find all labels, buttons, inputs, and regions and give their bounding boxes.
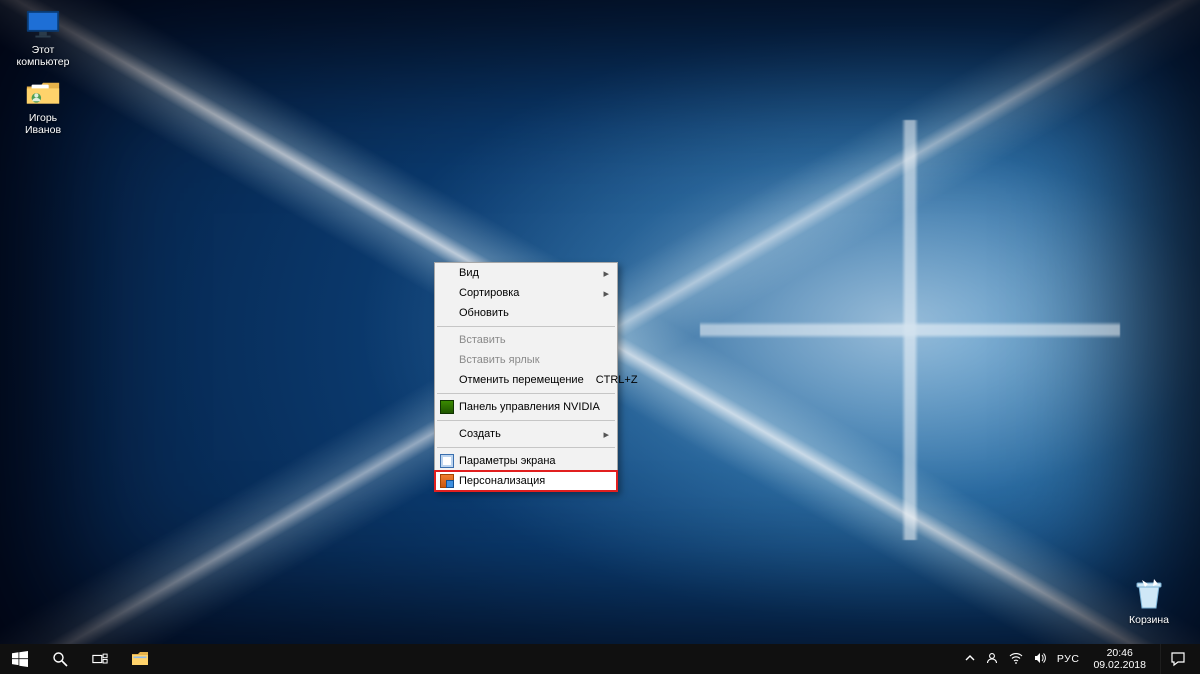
- windows-logo-icon: [12, 651, 28, 667]
- ctx-item-nvidia-panel[interactable]: Панель управления NVIDIA: [435, 397, 617, 417]
- ctx-item-sort[interactable]: Сортировка ▸: [435, 283, 617, 303]
- ctx-item-label: Вставить ярлык: [459, 354, 540, 366]
- start-button[interactable]: [0, 644, 40, 674]
- personalization-icon: [440, 474, 454, 488]
- ctx-item-label: Обновить: [459, 307, 509, 319]
- ctx-item-label: Персонализация: [459, 475, 545, 487]
- ctx-item-new[interactable]: Создать ▸: [435, 424, 617, 444]
- wifi-icon: [1009, 651, 1023, 665]
- desktop-context-menu: Вид ▸ Сортировка ▸ Обновить Вставить Вст…: [434, 262, 618, 492]
- tray-volume-icon[interactable]: [1033, 651, 1047, 668]
- desktop[interactable]: Этот компьютер Игорь Иванов Корзина Вид …: [0, 0, 1200, 674]
- ctx-item-undo-move[interactable]: Отменить перемещение CTRL+Z: [435, 370, 617, 390]
- recycle-bin-icon: [1130, 574, 1168, 612]
- chevron-right-icon: ▸: [603, 287, 609, 300]
- ctx-item-label: Вид: [459, 267, 479, 279]
- speaker-icon: [1033, 651, 1047, 665]
- ctx-item-label: Параметры экрана: [459, 455, 556, 467]
- desktop-icon-label: Корзина: [1129, 614, 1169, 626]
- desktop-icon-user-folder[interactable]: Игорь Иванов: [6, 74, 80, 142]
- ctx-item-paste-shortcut: Вставить ярлык: [435, 350, 617, 370]
- task-view-button[interactable]: [80, 644, 120, 674]
- user-folder-icon: [24, 76, 62, 110]
- desktop-icon-this-pc[interactable]: Этот компьютер: [6, 6, 80, 74]
- ctx-item-label: Сортировка: [459, 287, 519, 299]
- tray-input-language[interactable]: РУС: [1057, 653, 1080, 665]
- tray-people-icon[interactable]: [985, 651, 999, 668]
- ctx-item-display-settings[interactable]: Параметры экрана: [435, 451, 617, 471]
- file-explorer-icon: [130, 649, 150, 669]
- taskbar-app-file-explorer[interactable]: [120, 644, 160, 674]
- desktop-icon-column: Этот компьютер Игорь Иванов: [6, 6, 86, 142]
- tray-network-icon[interactable]: [1009, 651, 1023, 668]
- search-button[interactable]: [40, 644, 80, 674]
- tray-overflow-button[interactable]: [965, 653, 975, 666]
- tray-date: 09.02.2018: [1093, 659, 1146, 671]
- ctx-item-label: Создать: [459, 428, 501, 440]
- display-settings-icon: [440, 454, 454, 468]
- chevron-right-icon: ▸: [603, 428, 609, 441]
- ctx-item-personalize[interactable]: Персонализация: [435, 471, 617, 491]
- task-view-icon: [92, 651, 108, 667]
- ctx-item-view[interactable]: Вид ▸: [435, 263, 617, 283]
- this-pc-icon: [24, 8, 62, 42]
- ctx-item-label: Вставить: [459, 334, 506, 346]
- ctx-item-refresh[interactable]: Обновить: [435, 303, 617, 323]
- chevron-up-icon: [965, 653, 975, 663]
- ctx-separator: [437, 447, 615, 448]
- search-icon: [52, 651, 68, 667]
- action-center-button[interactable]: [1160, 644, 1194, 674]
- ctx-item-shortcut: CTRL+Z: [584, 374, 638, 386]
- desktop-icon-label: Этот компьютер: [17, 44, 70, 68]
- ctx-item-paste: Вставить: [435, 330, 617, 350]
- tray-time: 20:46: [1093, 647, 1146, 659]
- desktop-icon-label: Игорь Иванов: [25, 112, 61, 136]
- desktop-icon-recycle-bin[interactable]: Корзина: [1112, 574, 1186, 626]
- nvidia-icon: [440, 400, 454, 414]
- taskbar: РУС 20:46 09.02.2018: [0, 644, 1200, 674]
- ctx-separator: [437, 326, 615, 327]
- ctx-item-label: Панель управления NVIDIA: [459, 401, 600, 413]
- chevron-right-icon: ▸: [603, 267, 609, 280]
- ctx-separator: [437, 393, 615, 394]
- ctx-separator: [437, 420, 615, 421]
- tray-clock[interactable]: 20:46 09.02.2018: [1089, 644, 1150, 674]
- notification-icon: [1170, 651, 1186, 667]
- ctx-item-label: Отменить перемещение: [459, 374, 584, 386]
- system-tray: РУС 20:46 09.02.2018: [955, 644, 1200, 674]
- people-icon: [985, 651, 999, 665]
